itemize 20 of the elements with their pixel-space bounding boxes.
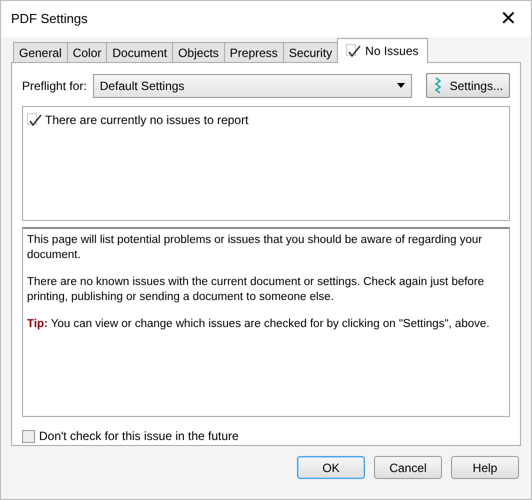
dialog-button[interactable]: Cancel	[374, 456, 442, 479]
info-paragraph: This page will list potential problems or issues that you should be aware of regarding your document.	[27, 232, 484, 263]
tab[interactable]: Document	[106, 42, 174, 63]
tab[interactable]: Prepress	[224, 42, 284, 63]
tab[interactable]: Security	[282, 42, 338, 63]
close-button[interactable]: ✕	[496, 9, 521, 29]
preflight-label: Preflight for:	[22, 78, 87, 95]
tab[interactable]: Color	[66, 42, 108, 63]
settings-button[interactable]: Settings...	[426, 73, 510, 98]
info-paragraph: Tip: You can view or change which issues are checked for by clicking on "Settings", above.	[27, 316, 490, 332]
dialog-button[interactable]: Help	[451, 456, 519, 479]
info-paragraph: There are no known issues with the current document or settings. Check again just before printing, publishing or sending a document to someone else.	[27, 274, 486, 305]
window-title: PDF Settings	[11, 10, 88, 28]
checkbox-label[interactable]: Don't check for this issue in the future	[39, 427, 239, 445]
tab[interactable]: Objects	[172, 42, 225, 63]
issue-text: There are currently no issues to report	[45, 112, 248, 130]
preflight-dropdown[interactable]: Default Settings	[92, 74, 412, 98]
dialog-button[interactable]: OK	[297, 456, 365, 479]
tab[interactable]: General	[13, 42, 68, 63]
tab[interactable]: No Issues	[337, 38, 428, 63]
